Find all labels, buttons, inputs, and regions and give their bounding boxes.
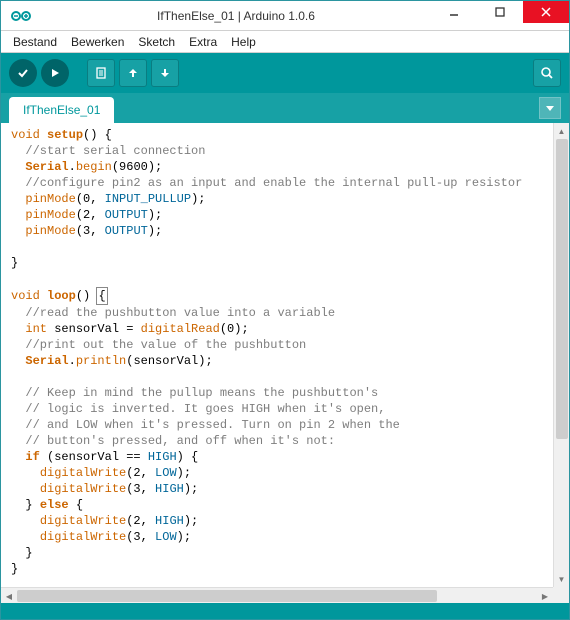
window-titlebar: IfThenElse_01 | Arduino 1.0.6 [1,1,569,31]
editor-area: void setup() { //start serial connection… [1,123,569,603]
verify-button[interactable] [9,59,37,87]
tab-menu-button[interactable] [539,97,561,119]
menu-bewerken[interactable]: Bewerken [65,33,130,51]
horizontal-scrollbar[interactable]: ◀ ▶ [1,587,553,603]
menu-bar: Bestand Bewerken Sketch Extra Help [1,31,569,53]
save-sketch-button[interactable] [151,59,179,87]
menu-extra[interactable]: Extra [183,33,223,51]
vscroll-thumb[interactable] [556,139,568,439]
scroll-left-icon[interactable]: ◀ [1,588,17,604]
new-sketch-button[interactable] [87,59,115,87]
minimize-button[interactable] [431,1,477,23]
vertical-scrollbar[interactable]: ▲ ▼ [553,123,569,587]
scroll-right-icon[interactable]: ▶ [537,588,553,604]
menu-help[interactable]: Help [225,33,262,51]
sketch-tab[interactable]: IfThenElse_01 [9,97,114,123]
menu-bestand[interactable]: Bestand [7,33,63,51]
status-bar [1,603,569,619]
scroll-up-icon[interactable]: ▲ [554,123,569,139]
cursor-bracket: { [96,287,107,305]
maximize-button[interactable] [477,1,523,23]
scroll-corner [553,587,569,603]
tab-bar: IfThenElse_01 [1,93,569,123]
window-title: IfThenElse_01 | Arduino 1.0.6 [41,9,431,23]
serial-monitor-button[interactable] [533,59,561,87]
scroll-down-icon[interactable]: ▼ [554,571,569,587]
close-button[interactable] [523,1,569,23]
toolbar [1,53,569,93]
open-sketch-button[interactable] [119,59,147,87]
upload-button[interactable] [41,59,69,87]
menu-sketch[interactable]: Sketch [132,33,181,51]
code-editor[interactable]: void setup() { //start serial connection… [1,123,569,603]
window-buttons [431,1,569,30]
arduino-logo-icon [1,10,41,22]
hscroll-thumb[interactable] [17,590,437,602]
